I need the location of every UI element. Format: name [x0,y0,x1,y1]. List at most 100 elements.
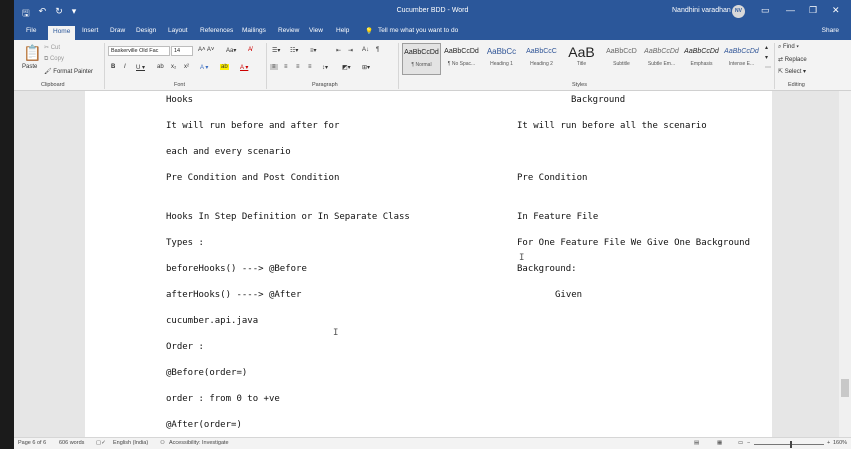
font-color-icon[interactable]: A ▾ [240,64,248,71]
doc-line: Given [555,290,583,300]
paste-button[interactable]: Paste [22,64,37,70]
multilevel-list-icon[interactable]: ≡▾ [310,47,317,54]
style-emphasis[interactable]: AaBbCcDd Emphasis [682,43,721,75]
tab-help[interactable]: Help [336,27,349,34]
tab-insert[interactable]: Insert [82,27,98,34]
italic-button[interactable]: I [124,64,126,70]
justify-icon[interactable]: ≡ [308,64,312,70]
doc-line: order : from 0 to +ve [166,394,280,404]
replace-button[interactable]: ⇄ Replace [778,56,807,63]
font-size-select[interactable]: 14 [171,46,193,56]
increase-indent-icon[interactable]: ⇥ [348,47,353,54]
tab-review[interactable]: Review [278,27,299,34]
change-case-icon[interactable]: Aa▾ [226,47,236,54]
show-marks-icon[interactable]: ¶ [376,47,379,53]
ribbon-display-icon[interactable]: ▭ [761,5,770,16]
user-name[interactable]: Nandhini varadhan [672,7,731,14]
style-preview: AaBbCcDd [684,48,719,55]
clear-format-icon[interactable]: A̸ [248,47,252,53]
highlight-icon[interactable]: ab [220,64,229,70]
bullets-icon[interactable]: ☰▾ [272,47,280,54]
styles-scroll-up-icon[interactable]: ▴ [765,44,768,51]
scrollbar-thumb[interactable] [841,379,849,397]
style-subtle-emphasis[interactable]: AaBbCcDd Subtle Em... [642,43,681,75]
style-heading-1[interactable]: AaBbCc Heading 1 [482,43,521,75]
page-count[interactable]: Page 6 of 6 [18,440,46,446]
style-subtitle[interactable]: AaBbCcD Subtitle [602,43,641,75]
zoom-level[interactable]: 160% [833,440,847,446]
cut-button[interactable]: ✂ Cut [44,44,60,51]
format-painter-button[interactable]: 🖌 Format Painter [44,68,93,75]
paste-icon[interactable]: 📋 [23,44,42,62]
tab-draw[interactable]: Draw [110,27,125,34]
tab-layout[interactable]: Layout [168,27,188,34]
strikethrough-button[interactable]: ab [157,64,164,70]
tab-home[interactable]: Home [48,26,76,40]
style-intense-emphasis[interactable]: AaBbCcDd Intense E... [722,43,761,75]
align-right-icon[interactable]: ≡ [296,64,300,70]
restore-icon[interactable]: ❐ [809,5,817,16]
divider [774,43,775,89]
language[interactable]: English (India) [113,440,148,446]
proofing-icon[interactable]: ▢✓ [96,440,106,446]
select-button[interactable]: ⇱ Select ▾ [778,68,806,75]
tab-view[interactable]: View [309,27,323,34]
copy-button[interactable]: ⧉ Copy [44,56,64,63]
line-spacing-icon[interactable]: ↕▾ [322,64,328,71]
align-left-icon[interactable]: ≡ [270,64,278,70]
shading-icon[interactable]: ◩▾ [342,64,351,71]
search-icon: ⌕ [778,44,782,50]
zoom-in-icon[interactable]: + [827,440,830,446]
tab-file[interactable]: File [26,27,36,34]
print-layout-icon[interactable]: ▦ [717,440,722,446]
doc-line: beforeHooks() ---> @Before [166,264,307,274]
styles-scroll-down-icon[interactable]: ▾ [765,54,768,61]
underline-button[interactable]: U ▾ [136,64,145,71]
style-no-spacing[interactable]: AaBbCcDd ¶ No Spac... [442,43,481,75]
align-center-icon[interactable]: ≡ [284,64,288,70]
decrease-indent-icon[interactable]: ⇤ [336,47,341,54]
close-icon[interactable]: ✕ [832,5,840,16]
word-count[interactable]: 606 words [59,440,84,446]
read-mode-icon[interactable]: ▤ [694,440,699,446]
style-name: Heading 2 [530,61,553,67]
avatar[interactable]: NV [732,5,745,18]
borders-icon[interactable]: ⊞▾ [362,64,370,71]
style-title[interactable]: AaB Title [562,43,601,75]
share-button[interactable]: Share [822,27,839,34]
group-label-clipboard: Clipboard [41,82,65,88]
style-name: Emphasis [690,61,713,67]
bold-button[interactable]: B [111,64,115,70]
doc-line: In Feature File [517,212,599,222]
minimize-icon[interactable]: — [786,5,795,15]
styles-more-icon[interactable]: ⋯ [765,64,771,71]
text-effects-icon[interactable]: A ▾ [200,64,208,71]
tab-references[interactable]: References [200,27,233,34]
superscript-button[interactable]: x² [184,64,189,70]
accessibility-status[interactable]: Accessibility: Investigate [169,440,229,446]
font-family-select[interactable]: Baskerville Old Fac [108,46,170,56]
style-heading-2[interactable]: AaBbCcC Heading 2 [522,43,561,75]
document-area: Hooks It will run before and after for e… [14,91,839,437]
tell-me-search[interactable]: Tell me what you want to do [378,27,458,34]
doc-line: It will run before and after for [166,121,340,131]
zoom-slider[interactable] [754,444,824,445]
zoom-slider-handle[interactable] [790,441,792,448]
find-button[interactable]: ⌕ Find ▾ [778,44,799,51]
zoom-out-icon[interactable]: − [747,440,750,446]
copy-label: Copy [49,56,64,62]
grow-font-icon[interactable]: A˄ A˅ [198,47,214,53]
sort-icon[interactable]: A↓ [362,47,369,53]
style-preview: AaBbCc [486,47,517,56]
style-preview: AaBbCcDd [404,49,439,56]
vertical-scrollbar[interactable] [839,91,851,437]
numbering-icon[interactable]: ☷▾ [290,47,298,54]
web-layout-icon[interactable]: ▭ [738,440,743,446]
tab-mailings[interactable]: Mailings [242,27,266,34]
style-normal[interactable]: AaBbCcDd ¶ Normal [402,43,441,75]
subscript-button[interactable]: x₂ [171,64,176,70]
group-label-font: Font [174,82,186,88]
copy-icon: ⧉ [44,56,49,62]
tab-design[interactable]: Design [136,27,156,34]
document-page[interactable]: Hooks It will run before and after for e… [85,91,772,437]
